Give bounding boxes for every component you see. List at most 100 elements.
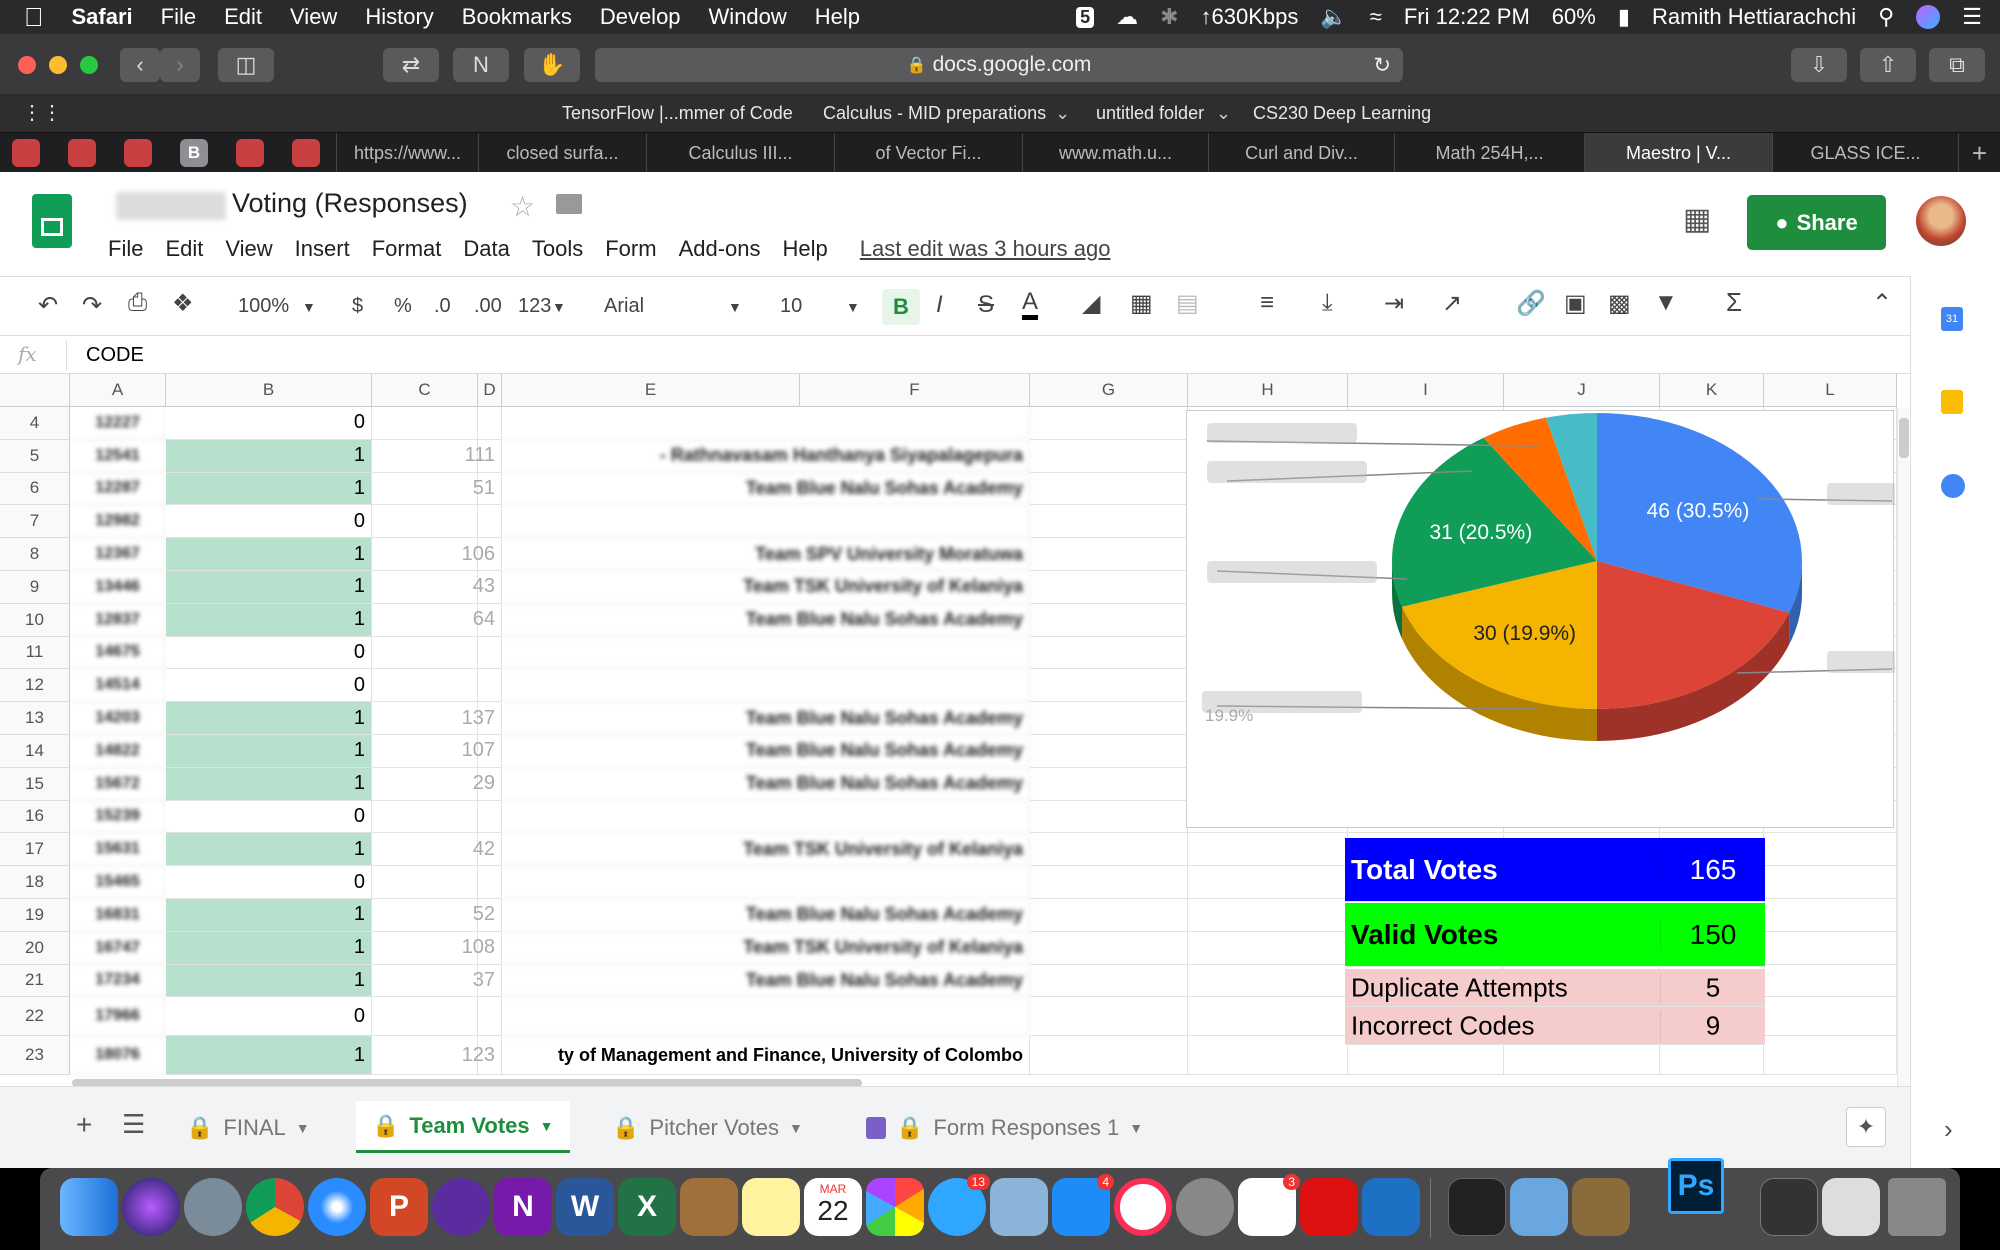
cell-code[interactable]: 18076 xyxy=(70,1036,166,1076)
user-name[interactable]: Ramith Hettiarachchi xyxy=(1652,4,1856,30)
star-icon[interactable]: ☆ xyxy=(510,190,535,223)
cell-valid[interactable]: 1 xyxy=(166,571,372,604)
cell-code[interactable]: 14675 xyxy=(70,636,166,670)
column-header[interactable]: C xyxy=(372,374,478,407)
menu-data[interactable]: Data xyxy=(463,236,509,262)
menu-file[interactable]: File xyxy=(108,236,143,262)
share-button[interactable]: ● Share xyxy=(1747,195,1886,250)
cell-team-number[interactable] xyxy=(372,669,502,703)
menubar-help[interactable]: Help xyxy=(815,4,860,30)
increase-decimal-button[interactable]: .00 xyxy=(474,295,502,318)
column-header[interactable]: G xyxy=(1030,374,1188,407)
notification-center-icon[interactable]: ☰ xyxy=(1962,4,1982,30)
cell-code[interactable]: 12367 xyxy=(70,538,166,571)
sheet-tab-team-votes[interactable]: 🔒 Team Votes ▼ xyxy=(356,1101,570,1153)
last-edit-link[interactable]: Last edit was 3 hours ago xyxy=(860,236,1111,262)
menu-edit[interactable]: Edit xyxy=(165,236,203,262)
row-header[interactable]: 11 xyxy=(0,636,70,670)
add-sheet-icon[interactable]: + xyxy=(76,1109,92,1141)
merge-cells-icon[interactable]: ▤ xyxy=(1176,289,1199,318)
column-header[interactable]: K xyxy=(1660,374,1764,407)
minimize-window-button[interactable] xyxy=(49,56,67,74)
onenote-extension-icon[interactable]: N xyxy=(453,48,509,82)
sheet-tab-form-responses[interactable]: 🔒 Form Responses 1 ▼ xyxy=(866,1103,1143,1153)
privacy-extension-icon[interactable]: ✋ xyxy=(524,48,580,82)
column-header[interactable]: I xyxy=(1348,374,1504,407)
cell-team-name[interactable]: ty of Management and Finance, University… xyxy=(502,1036,1030,1076)
cell-code[interactable]: 15631 xyxy=(70,833,166,867)
recent-window-icon[interactable] xyxy=(1760,1178,1818,1236)
cell-empty[interactable] xyxy=(1030,964,1188,998)
cell-empty[interactable] xyxy=(1764,866,1897,899)
favorite-calculus[interactable]: Calculus - MID preparations xyxy=(823,103,1046,124)
cell-code[interactable]: 17966 xyxy=(70,997,166,1037)
cell-team-number[interactable]: 43 xyxy=(372,571,502,604)
siri-app-icon[interactable] xyxy=(122,1178,180,1236)
row-header[interactable]: 23 xyxy=(0,1036,70,1076)
cell-empty[interactable] xyxy=(1030,505,1188,539)
volume-icon[interactable]: 🔈 xyxy=(1320,4,1347,30)
cell-team-name[interactable] xyxy=(502,407,1030,440)
terminal-icon[interactable] xyxy=(1448,1178,1506,1236)
column-header[interactable]: D xyxy=(478,374,502,407)
row-header[interactable]: 14 xyxy=(0,735,70,768)
preview-icon[interactable] xyxy=(990,1178,1048,1236)
cell-code[interactable]: 14514 xyxy=(70,669,166,703)
horizontal-align-icon[interactable]: ≡ xyxy=(1260,289,1274,317)
cell-team-name[interactable] xyxy=(502,800,1030,834)
status-icon[interactable]: 5 xyxy=(1076,6,1095,28)
cell-valid[interactable]: 0 xyxy=(166,800,372,834)
cell-team-number[interactable] xyxy=(372,505,502,539)
decrease-decimal-button[interactable]: .0 xyxy=(434,295,451,318)
photos-icon[interactable] xyxy=(866,1178,924,1236)
cell-team-number[interactable]: 42 xyxy=(372,833,502,867)
functions-icon[interactable]: Σ xyxy=(1726,287,1742,318)
cell-empty[interactable] xyxy=(1030,800,1188,834)
favorite-calculus-chevron-icon[interactable]: ⌄ xyxy=(1055,103,1070,124)
summary-row[interactable]: Total Votes 165 xyxy=(1345,838,1765,902)
cell-empty[interactable] xyxy=(1188,1036,1348,1076)
menu-form[interactable]: Form xyxy=(605,236,656,262)
cell-empty[interactable] xyxy=(1188,899,1348,932)
music-icon[interactable] xyxy=(1114,1178,1172,1236)
cell-valid[interactable]: 0 xyxy=(166,997,372,1037)
cell-code[interactable]: 16831 xyxy=(70,899,166,932)
cell-empty[interactable] xyxy=(1030,833,1188,867)
keychain-icon[interactable] xyxy=(1572,1178,1630,1236)
battery-icon[interactable]: ▮ xyxy=(1618,4,1630,30)
vertical-align-icon[interactable]: ⤓ xyxy=(1322,289,1333,317)
cell-valid[interactable]: 0 xyxy=(166,407,372,440)
paint-format-icon[interactable]: ❖ xyxy=(172,289,194,318)
cell-valid[interactable]: 1 xyxy=(166,931,372,965)
cell-team-name[interactable]: Team Blue Nalu Sohas Academy xyxy=(502,964,1030,998)
cell-empty[interactable] xyxy=(1764,997,1897,1037)
cell-team-number[interactable] xyxy=(372,997,502,1037)
cell-empty[interactable] xyxy=(1188,997,1348,1037)
menubar-app-name[interactable]: Safari xyxy=(72,4,133,30)
insert-chart-icon[interactable]: ▩ xyxy=(1608,289,1631,318)
summary-row[interactable]: Incorrect Codes 9 xyxy=(1345,1007,1765,1045)
calendar-icon[interactable]: MAR 22 xyxy=(804,1178,862,1236)
insert-link-icon[interactable]: 🔗 xyxy=(1516,289,1546,318)
browser-tab[interactable]: GLASS ICE... xyxy=(1772,133,1958,173)
row-header[interactable]: 21 xyxy=(0,964,70,998)
cell-team-number[interactable]: 107 xyxy=(372,735,502,768)
clock[interactable]: Fri 12:22 PM xyxy=(1404,4,1530,30)
bluetooth-icon[interactable]: ✱ xyxy=(1160,4,1178,30)
cell-team-name[interactable]: Team Blue Nalu Sohas Academy xyxy=(502,735,1030,768)
cell-empty[interactable] xyxy=(1030,767,1188,801)
pie-chart[interactable]: 46 (30.5%) 30 (19.9%) 31 (20.5%) 19.9% xyxy=(1186,410,1897,828)
onenote-icon[interactable]: N xyxy=(494,1178,552,1236)
apple-icon[interactable]:  xyxy=(24,2,44,33)
pinned-tab-b[interactable]: B xyxy=(180,139,208,167)
cell-empty[interactable] xyxy=(1030,603,1188,637)
bold-button[interactable]: B xyxy=(882,289,920,325)
sheets-logo-icon[interactable] xyxy=(32,194,72,248)
row-header[interactable]: 7 xyxy=(0,505,70,539)
cell-valid[interactable]: 1 xyxy=(166,735,372,768)
row-header[interactable]: 5 xyxy=(0,439,70,473)
cell-team-name[interactable] xyxy=(502,636,1030,670)
cell-team-name[interactable]: Team TSK University of Kelaniya xyxy=(502,571,1030,604)
cell-empty[interactable] xyxy=(1764,1036,1897,1076)
filter-icon[interactable]: ▼ xyxy=(1654,289,1678,317)
